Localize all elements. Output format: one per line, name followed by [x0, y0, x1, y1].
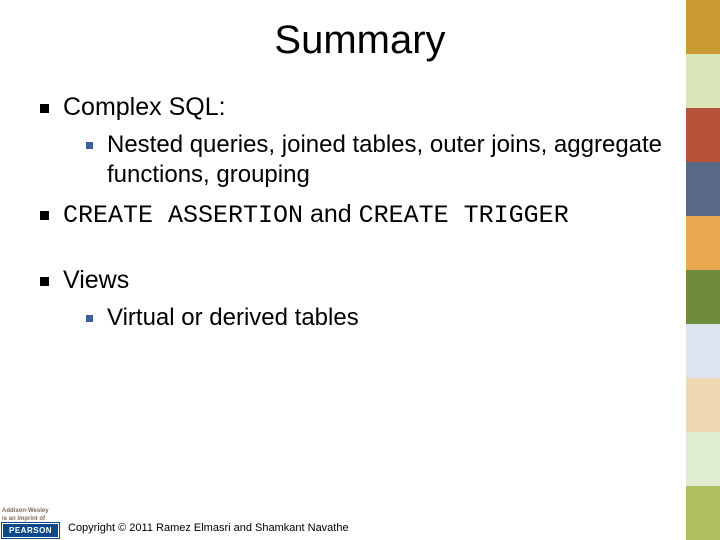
decorative-color-stripe [686, 0, 720, 540]
slide-title: Summary [0, 0, 720, 63]
bullet-level-2: Virtual or derived tables [86, 303, 700, 333]
slide-body: Complex SQL: Nested queries, joined table… [0, 93, 720, 333]
footer: Addison-Wesley is an imprint of PEARSON … [0, 508, 720, 540]
bullet-marker-icon [86, 315, 93, 322]
publisher-name: PEARSON [2, 523, 59, 538]
bullet-level-1: Complex SQL: [40, 93, 700, 122]
bullet-marker-icon [86, 142, 93, 149]
slide: Summary Complex SQL: Nested queries, join… [0, 0, 720, 540]
bullet-text: Nested queries, joined tables, outer joi… [107, 130, 700, 190]
imprint-line: Addison-Wesley [2, 508, 49, 514]
bullet-text: Virtual or derived tables [107, 303, 700, 333]
bullet-marker-icon [40, 104, 49, 113]
bullet-level-2: Nested queries, joined tables, outer joi… [86, 130, 700, 190]
bullet-level-1: CREATE ASSERTION and CREATE TRIGGER [40, 200, 700, 230]
bullet-text: Complex SQL: [63, 93, 700, 122]
bullet-text: Views [63, 266, 700, 295]
bullet-marker-icon [40, 211, 49, 220]
publisher-logo: Addison-Wesley is an imprint of PEARSON [2, 508, 58, 538]
copyright-text: Copyright © 2011 Ramez Elmasri and Shamk… [68, 522, 349, 534]
imprint-line: is an imprint of [2, 516, 45, 522]
bullet-text: CREATE ASSERTION and CREATE TRIGGER [63, 200, 700, 230]
bullet-level-1: Views [40, 266, 700, 295]
bullet-marker-icon [40, 277, 49, 286]
